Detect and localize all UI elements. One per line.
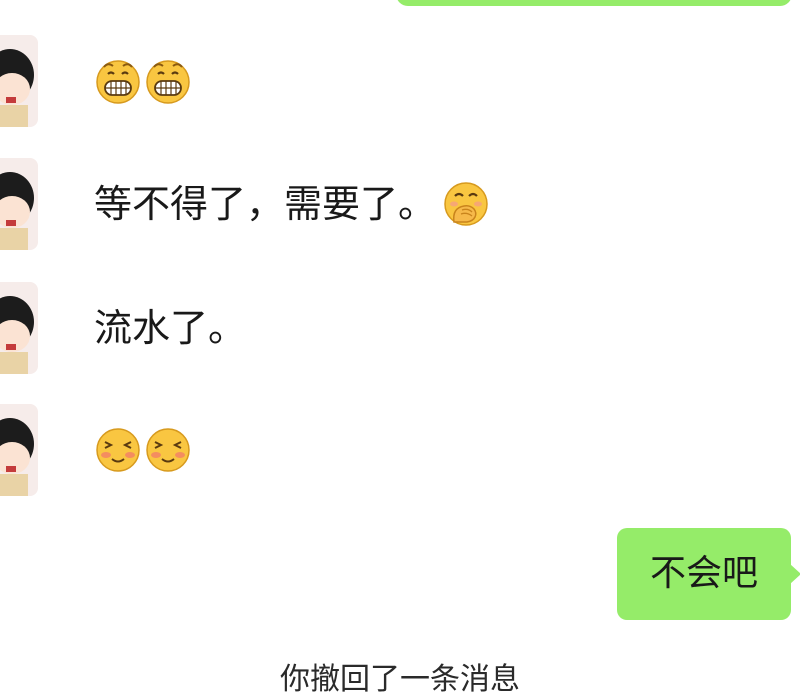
message-row: 等不得了，需要了。 (0, 158, 800, 250)
outgoing-message-bubble[interactable]: 不会吧 (617, 528, 800, 620)
message-content (94, 57, 194, 105)
chibi-girl-avatar-icon (0, 49, 34, 127)
message-text: 流水了。 (94, 306, 247, 350)
message-row (0, 35, 800, 127)
message-content: 等不得了，需要了。 (94, 180, 492, 228)
emoji-group (94, 57, 194, 105)
chibi-girl-avatar-icon (0, 418, 34, 496)
blush-emoji-icon (96, 428, 140, 472)
blush-emoji-icon (146, 428, 190, 472)
outgoing-message-bubble-partial[interactable] (396, 0, 792, 6)
grin-emoji-icon (96, 60, 140, 104)
contact-avatar[interactable] (0, 282, 38, 374)
chibi-girl-avatar-icon (0, 296, 34, 374)
face-with-hand-over-mouth-emoji-icon (444, 182, 488, 226)
message-content: 流水了。 (94, 304, 246, 352)
message-text: 不会吧 (649, 553, 758, 594)
contact-avatar[interactable] (0, 404, 38, 496)
chibi-girl-avatar-icon (0, 172, 34, 250)
grin-emoji-icon (146, 60, 190, 104)
message-text: 等不得了，需要了。 (94, 182, 437, 226)
recall-notice: 你撤回了一条消息 (280, 662, 520, 697)
emoji-group (442, 180, 492, 228)
chat-window: 等不得了，需要了。 流水了。 不会吧 你撤回了一条消息 (0, 0, 800, 697)
emoji-group (94, 426, 194, 474)
message-content (94, 426, 194, 474)
message-row (0, 404, 800, 496)
contact-avatar[interactable] (0, 158, 38, 250)
contact-avatar[interactable] (0, 35, 38, 127)
message-row: 流水了。 (0, 282, 800, 374)
